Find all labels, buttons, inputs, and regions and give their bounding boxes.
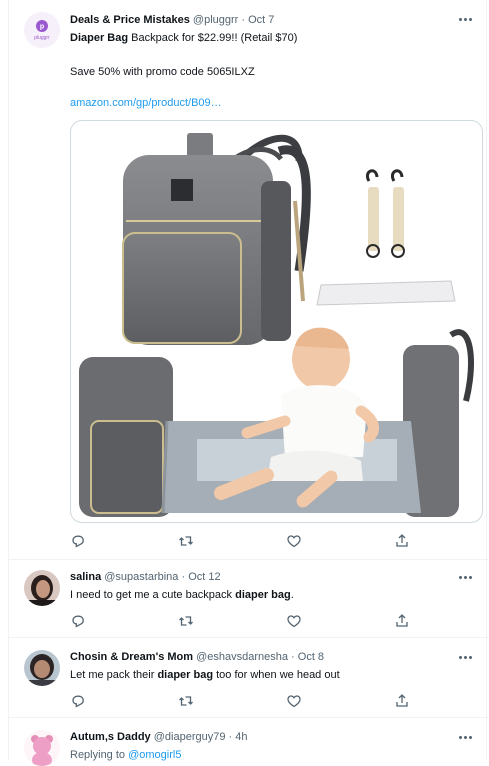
separator: · — [287, 651, 298, 663]
avatar-wordmark: pluggrr — [34, 35, 50, 41]
avatar[interactable] — [24, 570, 60, 606]
more-icon[interactable] — [458, 732, 474, 742]
share-icon[interactable] — [394, 533, 410, 549]
share-icon[interactable] — [394, 693, 410, 709]
tweet-date[interactable]: Oct 8 — [298, 651, 324, 663]
user-photo-icon — [24, 570, 60, 606]
tweet-date[interactable]: 4h — [235, 731, 247, 743]
avatar[interactable] — [24, 730, 60, 766]
separator: · — [178, 571, 189, 583]
tweet-text-line1: Diaper Bag Backpack for $22.99!! (Retail… — [70, 31, 297, 45]
heart-icon[interactable] — [286, 693, 302, 709]
author-name[interactable]: Autum,s Daddy — [70, 731, 151, 743]
tweet-header: Chosin & Dream's Mom @eshavsdarnesha · O… — [70, 650, 324, 664]
product-image[interactable] — [70, 120, 483, 523]
main-tweet[interactable]: p pluggrr Deals & Price Mistakes @pluggr… — [9, 0, 488, 560]
product-link[interactable]: amazon.com/gp/product/B09… — [70, 96, 222, 110]
retweet-icon[interactable] — [178, 533, 194, 549]
author-name[interactable]: Chosin & Dream's Mom — [70, 651, 193, 663]
user-photo-icon — [24, 650, 60, 686]
tweet-header: Autum,s Daddy @diaperguy79 · 4h — [70, 730, 248, 744]
share-icon[interactable] — [394, 613, 410, 629]
keyword-bold: diaper bag — [235, 589, 291, 601]
reply-icon[interactable] — [70, 533, 86, 549]
author-handle[interactable]: @supastarbina — [104, 571, 178, 583]
avatar[interactable]: p pluggrr — [24, 12, 60, 48]
replying-label: Replying to — [70, 749, 129, 761]
author-handle[interactable]: @pluggrr — [193, 14, 238, 26]
heart-icon[interactable] — [286, 613, 302, 629]
tweet-actions — [70, 613, 415, 629]
tweet-date[interactable]: Oct 12 — [188, 571, 220, 583]
tweet-actions — [70, 533, 415, 549]
text-segment: Let me pack their — [70, 669, 158, 681]
keyword-bold: Diaper Bag — [70, 32, 129, 44]
text-segment: I need to get me a cute backpack — [70, 589, 236, 601]
text-segment: . — [290, 589, 294, 601]
diaper-bag-product-photo — [79, 133, 474, 517]
pluggrr-logo-icon: p — [24, 12, 60, 48]
reply-tweet[interactable]: Autum,s Daddy @diaperguy79 · 4h Replying… — [9, 718, 488, 766]
author-name[interactable]: Deals & Price Mistakes — [70, 14, 190, 26]
pink-bear-avatar-icon — [24, 730, 60, 766]
keyword-bold: diaper bag — [157, 669, 214, 681]
reply-tweet[interactable]: Chosin & Dream's Mom @eshavsdarnesha · O… — [9, 638, 488, 718]
separator: · — [225, 731, 236, 743]
author-name[interactable]: salina — [70, 571, 101, 583]
tweet-text-rest: Backpack for $22.99!! (Retail $70) — [128, 32, 298, 44]
replying-handle-link[interactable]: @omogirl5 — [128, 749, 181, 761]
tweet-text-line2: Save 50% with promo code 5065ILXZ — [70, 66, 255, 78]
heart-icon[interactable] — [286, 533, 302, 549]
retweet-icon[interactable] — [178, 693, 194, 709]
tweet-header: Deals & Price Mistakes @pluggrr · Oct 7 — [70, 13, 274, 27]
timeline: p pluggrr Deals & Price Mistakes @pluggr… — [8, 0, 488, 766]
svg-text:p: p — [40, 24, 44, 31]
more-icon[interactable] — [458, 652, 474, 662]
tweet-date[interactable]: Oct 7 — [248, 14, 274, 26]
separator: · — [238, 14, 249, 26]
tweet-header: salina @supastarbina · Oct 12 — [70, 570, 221, 584]
more-icon[interactable] — [458, 572, 474, 582]
author-handle[interactable]: @eshavsdarnesha — [196, 651, 288, 663]
more-icon[interactable] — [458, 14, 474, 24]
tweet-actions — [70, 693, 415, 709]
tweet-text: I need to get me a cute backpack diaper … — [70, 588, 294, 602]
tweet-text: Let me pack their diaper bag too for whe… — [70, 668, 340, 682]
avatar[interactable] — [24, 650, 60, 686]
text-segment: too for when we head out — [213, 669, 340, 681]
reply-icon[interactable] — [70, 693, 86, 709]
author-handle[interactable]: @diaperguy79 — [154, 731, 226, 743]
retweet-icon[interactable] — [178, 613, 194, 629]
reply-tweet[interactable]: salina @supastarbina · Oct 12 I need to … — [9, 560, 488, 638]
reply-icon[interactable] — [70, 613, 86, 629]
